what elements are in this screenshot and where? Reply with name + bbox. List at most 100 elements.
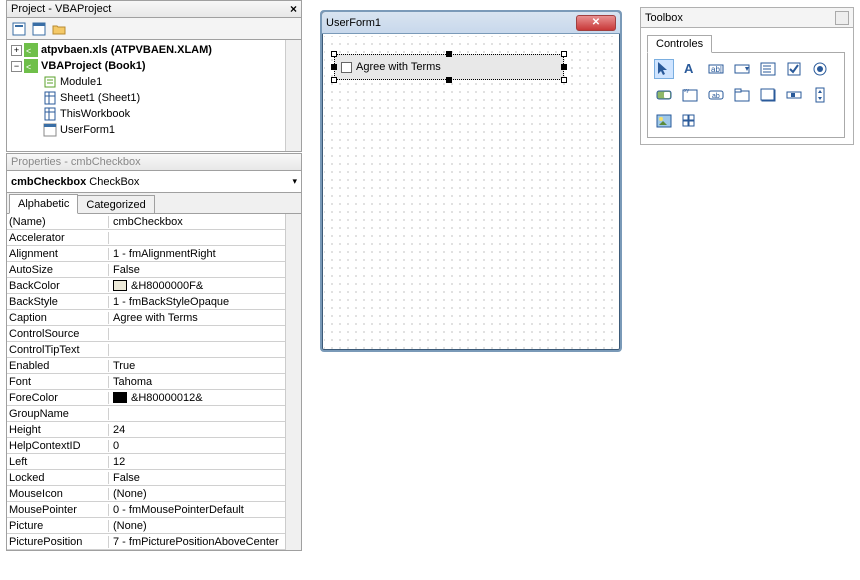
property-value[interactable]: 0 - fmMousePointerDefault [109,504,301,516]
property-row[interactable]: GroupName [7,406,301,422]
property-row[interactable]: Height24 [7,422,301,438]
property-row[interactable]: LockedFalse [7,470,301,486]
property-value[interactable]: True [109,360,301,372]
image-icon[interactable] [654,111,674,131]
tree-item-label[interactable]: UserForm1 [60,124,115,136]
checkbox-control[interactable]: Agree with Terms [334,54,564,80]
property-row[interactable]: MousePointer0 - fmMousePointerDefault [7,502,301,518]
properties-panel-header: Properties - cmbCheckbox [6,153,302,171]
property-value[interactable]: Agree with Terms [109,312,301,324]
property-row[interactable]: Alignment1 - fmAlignmentRight [7,246,301,262]
property-value[interactable]: 1 - fmAlignmentRight [109,248,301,260]
property-value[interactable]: False [109,472,301,484]
property-name: Alignment [7,248,109,260]
userform-designer[interactable]: UserForm1 ✕ Agree with Terms [320,10,622,352]
combobox-icon[interactable] [732,59,752,79]
tree-item-label[interactable]: atpvbaen.xls (ATPVBAEN.XLAM) [41,44,212,56]
multipage-icon[interactable] [758,85,778,105]
property-value[interactable]: 12 [109,456,301,468]
refedit-icon[interactable] [680,111,700,131]
resize-handle[interactable] [331,77,337,83]
property-name: (Name) [7,216,109,228]
property-value[interactable]: 0 [109,440,301,452]
scrollbar[interactable] [285,40,301,151]
textbox-icon[interactable]: ab| [706,59,726,79]
property-row[interactable]: HelpContextID0 [7,438,301,454]
property-value[interactable]: 24 [109,424,301,436]
property-row[interactable]: ControlSource [7,326,301,342]
property-row[interactable]: EnabledTrue [7,358,301,374]
property-row[interactable]: Left12 [7,454,301,470]
spinbutton-icon[interactable] [810,85,830,105]
property-value[interactable]: False [109,264,301,276]
property-row[interactable]: BackStyle1 - fmBackStyleOpaque [7,294,301,310]
resize-handle[interactable] [446,77,452,83]
property-value[interactable]: &H80000012& [109,392,301,404]
property-name: Caption [7,312,109,324]
project-panel-header: Project - VBAProject × [6,0,302,18]
property-name: Locked [7,472,109,484]
tree-toggle[interactable]: + [11,45,22,56]
togglebutton-icon[interactable] [654,85,674,105]
close-icon[interactable]: ✕ [576,15,616,31]
label-icon[interactable]: A [680,59,700,79]
property-row[interactable]: ControlTipText [7,342,301,358]
resize-handle[interactable] [331,64,337,70]
svg-text:<: < [26,46,31,56]
view-code-icon[interactable] [11,21,27,37]
color-swatch [113,392,127,403]
resize-handle[interactable] [331,51,337,57]
properties-grid[interactable]: (Name)cmbCheckboxAcceleratorAlignment1 -… [6,213,302,551]
property-value[interactable]: 1 - fmBackStyleOpaque [109,296,301,308]
resize-handle[interactable] [561,64,567,70]
scrollbar-icon[interactable] [784,85,804,105]
property-row[interactable]: (Name)cmbCheckbox [7,214,301,230]
property-row[interactable]: BackColor&H8000000F& [7,278,301,294]
folder-icon[interactable] [51,21,67,37]
property-row[interactable]: FontTahoma [7,374,301,390]
property-row[interactable]: CaptionAgree with Terms [7,310,301,326]
property-row[interactable]: MouseIcon(None) [7,486,301,502]
select-arrow-icon[interactable] [654,59,674,79]
resize-handle[interactable] [446,51,452,57]
tree-item-label[interactable]: Module1 [60,76,102,88]
tab-categorized[interactable]: Categorized [78,195,154,215]
tree-toggle[interactable]: − [11,61,22,72]
close-icon[interactable]: × [288,2,299,16]
property-value[interactable]: (None) [109,488,301,500]
view-object-icon[interactable] [31,21,47,37]
property-row[interactable]: Accelerator [7,230,301,246]
close-icon[interactable] [835,11,849,25]
project-tree[interactable]: + < atpvbaen.xls (ATPVBAEN.XLAM) − < VBA… [6,40,302,152]
toolbox-tab[interactable]: Controles [647,35,712,53]
form-canvas[interactable]: Agree with Terms [324,36,618,352]
tree-item-label[interactable]: Sheet1 (Sheet1) [60,92,140,104]
property-value[interactable]: cmbCheckbox [109,216,301,228]
checkbox-box[interactable] [341,62,352,73]
project-title: Project - VBAProject [11,3,111,15]
property-name: MouseIcon [7,488,109,500]
tree-item-label[interactable]: ThisWorkbook [60,108,130,120]
property-value[interactable]: Tahoma [109,376,301,388]
property-value[interactable]: 7 - fmPicturePositionAboveCenter [109,536,301,548]
property-row[interactable]: Picture(None) [7,518,301,534]
resize-handle[interactable] [561,51,567,57]
property-row[interactable]: PicturePosition7 - fmPicturePositionAbov… [7,534,301,550]
frame-icon[interactable]: xy [680,85,700,105]
chevron-down-icon[interactable]: ▾ [292,176,297,187]
optionbutton-icon[interactable] [810,59,830,79]
resize-handle[interactable] [561,77,567,83]
property-value[interactable]: &H8000000F& [109,280,301,292]
property-value[interactable]: (None) [109,520,301,532]
checkbox-icon[interactable] [784,59,804,79]
listbox-icon[interactable] [758,59,778,79]
property-row[interactable]: AutoSizeFalse [7,262,301,278]
tab-alphabetic[interactable]: Alphabetic [9,194,78,214]
property-row[interactable]: ForeColor&H80000012& [7,390,301,406]
object-selector[interactable]: cmbCheckbox CheckBox ▾ [6,171,302,193]
tabstrip-icon[interactable] [732,85,752,105]
commandbutton-icon[interactable]: ab [706,85,726,105]
tree-item-label[interactable]: VBAProject (Book1) [41,60,146,72]
scrollbar[interactable] [285,214,301,550]
checkbox-caption: Agree with Terms [356,61,441,73]
